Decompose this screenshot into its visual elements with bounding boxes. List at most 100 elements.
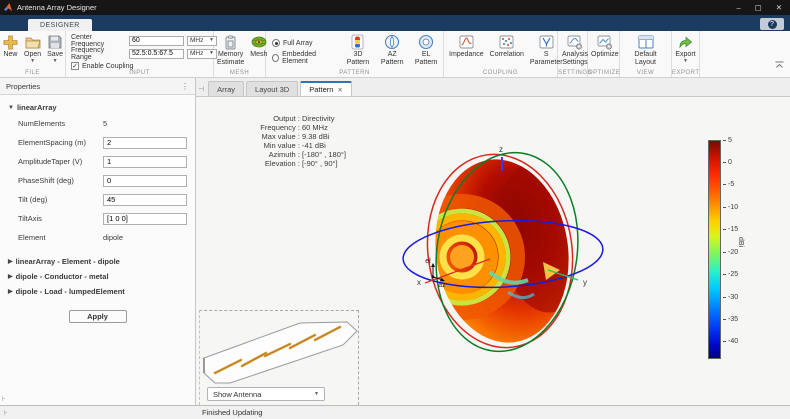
impedance-button[interactable]: Impedance <box>446 33 487 68</box>
tick-mark <box>723 140 726 141</box>
open-button[interactable]: Open ▼ <box>21 33 44 65</box>
help-button[interactable]: ? <box>760 18 784 30</box>
colorbar-tick: -40 <box>723 338 738 346</box>
center-frequency-unit-select[interactable]: MHz ▼ <box>187 36 217 46</box>
colorbar <box>708 140 721 359</box>
property-group-lineararray[interactable]: ▼ linearArray <box>0 95 195 114</box>
colorbar-unit-label: dBi <box>737 237 744 247</box>
colorbar-tick: -30 <box>723 293 738 301</box>
ribbon-section-optimize: Optimize OPTIMIZE <box>588 31 620 77</box>
tab-layout-3d[interactable]: Layout 3D <box>246 81 298 96</box>
impedance-icon <box>459 34 474 50</box>
az-pattern-icon <box>384 34 400 50</box>
tick-mark <box>723 252 726 253</box>
center-frequency-label: Center Frequency <box>71 34 126 48</box>
analysis-settings-button[interactable]: Analysis Settings <box>558 33 592 68</box>
3d-pattern-button[interactable]: 3D Pattern <box>341 33 375 68</box>
panel-collapse-icon[interactable]: ⊣ <box>198 85 204 93</box>
az-pattern-button[interactable]: AZ Pattern <box>375 33 409 68</box>
chevron-right-icon: ▶ <box>8 288 13 295</box>
phaseshift-input[interactable] <box>103 175 187 187</box>
tilt-input[interactable] <box>103 194 187 206</box>
az-label: az <box>438 282 446 289</box>
ribbon-toolbar: New Open ▼ Save ▼ FILE Center <box>0 31 790 78</box>
chevron-down-icon: ▼ <box>683 59 688 64</box>
new-plus-icon <box>3 34 18 50</box>
chevron-right-icon: ▶ <box>8 258 13 265</box>
chevron-down-icon: ▼ <box>30 59 35 64</box>
properties-title: Properties <box>6 82 40 91</box>
tick-mark <box>723 207 726 208</box>
tab-designer[interactable]: DESIGNER <box>28 19 92 31</box>
directivity-surface <box>406 151 596 352</box>
frequency-range-input[interactable] <box>129 49 184 59</box>
memory-estimate-button[interactable]: Memory Estimate <box>214 33 247 68</box>
colorbar-tick: -20 <box>723 248 738 256</box>
embedded-element-radio[interactable]: Embedded Element <box>272 51 335 65</box>
ribbon-section-coupling: Impedance Correlation S Parameter COUPLI… <box>444 31 558 77</box>
amplitudetaper-input[interactable] <box>103 156 187 168</box>
pattern-info-row: Frequency 60 MHz <box>240 123 346 132</box>
apply-button[interactable]: Apply <box>69 310 127 323</box>
scrollbar-corner-icon: ⊦ <box>4 409 8 417</box>
center-frequency-input[interactable] <box>129 36 184 46</box>
property-row: Element dipole <box>0 228 195 247</box>
new-button[interactable]: New <box>0 33 21 65</box>
frequency-range-unit-select[interactable]: MHz ▼ <box>187 49 217 59</box>
mesh-icon <box>251 34 267 50</box>
status-text: Finished Updating <box>202 408 262 417</box>
elementspacing-input[interactable] <box>103 137 187 149</box>
pattern-content: Output Directivity Frequency 60 MHz Max … <box>196 97 790 405</box>
correlation-button[interactable]: Correlation <box>487 33 527 68</box>
tick-mark <box>723 274 726 275</box>
property-row: TiltAxis <box>0 209 195 228</box>
chevron-down-icon: ▼ <box>314 392 319 397</box>
minimize-icon[interactable]: – <box>736 3 740 12</box>
ribbon-section-file: New Open ▼ Save ▼ FILE <box>0 31 66 77</box>
full-array-radio[interactable]: Full Array <box>272 39 335 47</box>
show-antenna-dropdown[interactable]: Show Antenna ▼ <box>207 387 325 401</box>
property-group-header[interactable]: ▶ dipole - Conductor - metal <box>0 268 195 283</box>
x-axis-label: x <box>417 278 421 287</box>
property-group-header[interactable]: ▶ linearArray - Element - dipole <box>0 253 195 268</box>
properties-panel: Properties ⋮ ▼ linearArray NumElements 5… <box>0 78 196 405</box>
colorbar-tick: -15 <box>723 226 738 234</box>
tab-pattern[interactable]: Pattern ✕ <box>300 81 352 96</box>
panel-menu-icon[interactable]: ⋮ <box>181 82 189 91</box>
save-floppy-icon <box>48 34 62 50</box>
tick-mark <box>723 184 726 185</box>
close-tab-icon[interactable]: ✕ <box>337 86 342 94</box>
numelements-value: 5 <box>103 119 187 128</box>
export-button[interactable]: Export ▼ <box>672 33 698 65</box>
tick-mark <box>723 229 726 230</box>
colorbar-tick: -25 <box>723 271 738 279</box>
export-arrow-icon <box>678 34 693 50</box>
antenna-preview-panel: Show Antenna ▼ <box>199 310 359 405</box>
tick-mark <box>723 162 726 163</box>
property-group-header[interactable]: ▶ dipole - Load - lumpedElement <box>0 283 195 298</box>
radio-selected-icon <box>272 39 280 47</box>
default-layout-button[interactable]: Default Layout <box>620 33 671 68</box>
tab-array[interactable]: Array <box>208 81 244 96</box>
collapse-ribbon-icon[interactable] <box>775 56 784 74</box>
maximize-icon[interactable]: ▢ <box>755 3 762 12</box>
close-window-icon[interactable]: ✕ <box>776 3 782 12</box>
tiltaxis-input[interactable] <box>103 213 187 225</box>
correlation-icon <box>499 34 514 50</box>
el-pattern-button[interactable]: EL Pattern <box>409 33 443 68</box>
property-row: NumElements 5 <box>0 114 195 133</box>
y-axis-label: y <box>583 278 587 287</box>
ribbon-section-view: Default Layout VIEW <box>620 31 672 77</box>
pattern-3d-view[interactable]: z x y el az <box>390 124 710 374</box>
enable-coupling-checkbox[interactable]: ✓ <box>71 62 79 70</box>
optimize-button[interactable]: Optimize <box>588 33 622 60</box>
radio-unselected-icon <box>272 54 279 62</box>
save-button[interactable]: Save ▼ <box>44 33 66 65</box>
pattern-info-row: Max value 9.38 dBi <box>240 132 346 141</box>
analysis-settings-icon <box>567 34 583 50</box>
colorbar-tick: 0 <box>723 158 738 166</box>
element-value: dipole <box>103 233 187 242</box>
scrollbar-handle-icon[interactable]: ⊦ <box>2 395 6 403</box>
optimize-icon <box>597 34 613 50</box>
chevron-down-icon: ▼ <box>8 105 14 111</box>
